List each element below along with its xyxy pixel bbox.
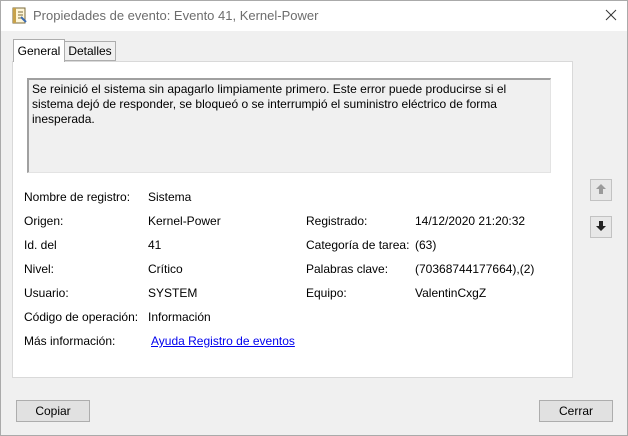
task-category-value: (63) [415,238,437,252]
close-icon [605,9,617,24]
event-properties-window: Propiedades de evento: Evento 41, Kernel… [0,0,628,436]
logged-value: 14/12/2020 21:20:32 [415,214,526,228]
general-panel: Se reinició el sistema sin apagarlo limp… [12,61,573,378]
title-bar: Propiedades de evento: Evento 41, Kernel… [1,1,627,31]
tab-general-label: General [17,44,61,58]
keywords-label: Palabras clave: [306,262,389,276]
user-label: Usuario: [24,286,69,300]
close-button[interactable]: Cerrar [539,400,613,422]
keywords-value: (70368744177664),(2) [415,262,535,276]
computer-value: ValentinCxgZ [415,286,487,300]
close-button-label: Cerrar [558,404,593,418]
arrow-down-icon [595,220,607,235]
window-title: Propiedades de evento: Evento 41, Kernel… [33,8,319,23]
close-window-button[interactable] [595,1,627,31]
log-name-value: Sistema [148,190,192,204]
opcode-value: Información [148,310,211,324]
user-value: SYSTEM [148,286,198,300]
level-label: Nivel: [24,262,55,276]
previous-event-button[interactable] [590,179,612,201]
opcode-label: Código de operación: [24,310,139,324]
log-name-label: Nombre de registro: [24,190,131,204]
level-value: Crítico [148,262,183,276]
event-properties-icon [11,7,27,24]
source-label: Origen: [24,214,64,228]
task-category-label: Categoría de tarea: [306,238,410,252]
copy-button-label: Copiar [35,404,71,418]
next-event-button[interactable] [590,216,612,238]
tab-details-label: Detalles [68,44,112,58]
event-log-help-link[interactable]: Ayuda Registro de eventos [151,334,295,348]
source-value: Kernel-Power [148,214,221,228]
event-id-label: Id. del [24,238,57,252]
logged-label: Registrado: [306,214,368,228]
copy-button[interactable]: Copiar [16,400,90,422]
tab-general[interactable]: General [13,39,65,62]
computer-label: Equipo: [306,286,347,300]
event-id-value: 41 [148,238,162,252]
tab-details[interactable]: Detalles [64,41,116,61]
event-description[interactable]: Se reinició el sistema sin apagarlo limp… [27,78,551,173]
arrow-up-icon [595,183,607,198]
more-info-label: Más información: [24,334,116,348]
